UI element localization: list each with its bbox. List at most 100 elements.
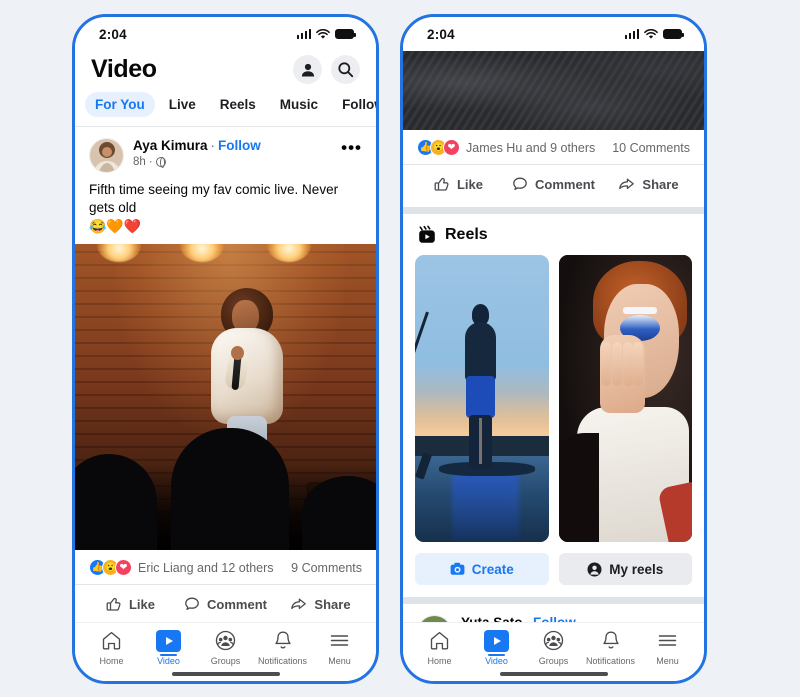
share-arrow-icon [619, 178, 635, 190]
my-reels-button[interactable]: My reels [558, 553, 692, 585]
love-reaction-icon: ❤ [443, 139, 460, 156]
post-author[interactable]: Aya Kimura [133, 138, 208, 153]
wifi-icon [644, 28, 658, 39]
avatar[interactable] [417, 615, 452, 623]
home-indicator-right[interactable] [403, 666, 704, 681]
post-header: Yuta Sato·Follow 8h · ••• [403, 604, 704, 623]
reactions-group[interactable]: 👍 😮 ❤ James Hu and 9 others [417, 139, 595, 156]
status-icons [624, 28, 685, 40]
wifi-icon [316, 28, 330, 39]
avatar[interactable] [89, 138, 124, 173]
tab-music[interactable]: Music [270, 92, 328, 117]
reel-thumbnail-paddleboard[interactable] [415, 255, 549, 542]
post-menu-button[interactable]: ••• [341, 138, 362, 156]
nav-label: Groups [210, 656, 241, 667]
status-bar-right: 2:04 [403, 17, 704, 51]
performer-body [211, 328, 283, 424]
page-title: Video [91, 55, 157, 83]
post-text: Fifth time seeing my fav comic live. Nev… [75, 179, 376, 244]
nav-label: Notifications [585, 656, 636, 667]
phone-screen-right: 2:04 👍 � [403, 17, 704, 681]
post-menu-button[interactable]: ••• [669, 615, 690, 622]
post-action-bar: Like Comment Share [403, 165, 704, 207]
like-button[interactable]: Like [411, 169, 506, 199]
create-reel-button[interactable]: Create [415, 553, 549, 585]
nav-item-home[interactable]: Home [412, 628, 468, 666]
screenshot-canvas: 2:04 Video For You Live Reels Music Foll… [0, 0, 800, 697]
paddler-leg-gap [479, 418, 482, 465]
nav-item-notifications[interactable]: Notifications [583, 628, 639, 666]
audience-silhouette [302, 476, 376, 550]
reels-clapperboard-icon [419, 225, 435, 243]
avatar-photo [418, 616, 451, 623]
video-feed-right[interactable]: 👍 😮 ❤ James Hu and 9 others 10 Comments [403, 51, 704, 623]
nav-item-menu[interactable]: Menu [312, 628, 368, 666]
status-time: 2:04 [99, 26, 127, 42]
performer-hand [231, 346, 244, 360]
tab-for-you[interactable]: For You [85, 92, 155, 117]
camera-icon [450, 562, 465, 575]
reels-title: Reels [445, 226, 488, 243]
video-tabs: For You Live Reels Music Following [75, 84, 376, 127]
groups-icon [543, 628, 564, 653]
video-header: Video [75, 51, 376, 84]
phone-screen-left: 2:04 Video For You Live Reels Music Foll… [75, 17, 376, 681]
home-indicator-left[interactable] [75, 666, 376, 681]
avatar-photo [90, 139, 123, 172]
status-time: 2:04 [427, 26, 455, 42]
share-button[interactable]: Share [273, 589, 368, 619]
reels-thumbnail-strip [403, 255, 704, 542]
profile-button[interactable] [293, 55, 322, 84]
tab-reels[interactable]: Reels [210, 92, 266, 117]
tab-following[interactable]: Following [332, 92, 376, 117]
paddler-silhouette [460, 303, 500, 469]
post-author[interactable]: Yuta Sato [461, 615, 523, 622]
comment-label: Comment [207, 596, 267, 612]
paddler-torso [465, 321, 496, 383]
nav-item-groups[interactable]: Groups [526, 628, 582, 666]
search-button[interactable] [331, 55, 360, 84]
nav-item-video[interactable]: Video [141, 628, 197, 666]
my-reels-label: My reels [609, 561, 664, 577]
subject-hand [599, 335, 646, 413]
comment-button[interactable]: Comment [506, 169, 601, 199]
share-label: Share [642, 176, 679, 192]
nav-item-menu[interactable]: Menu [640, 628, 696, 666]
post-timestamp: 8h [133, 156, 146, 168]
share-arrow-icon [291, 598, 307, 610]
share-button[interactable]: Share [601, 169, 696, 199]
paddler-shorts [465, 375, 495, 419]
signal-bars-icon [624, 29, 639, 39]
share-label: Share [314, 596, 351, 612]
reel-thumbnail-makeup[interactable] [558, 255, 692, 542]
follow-link[interactable]: Follow [533, 615, 576, 622]
nav-label: Menu [656, 656, 679, 667]
like-label: Like [456, 176, 483, 192]
like-button[interactable]: Like [83, 589, 178, 619]
reels-module-header: Reels [403, 214, 704, 255]
battery-icon [663, 29, 685, 39]
battery-icon [335, 29, 357, 39]
follow-link[interactable]: Follow [218, 138, 261, 153]
nav-item-video[interactable]: Video [469, 628, 525, 666]
nav-item-groups[interactable]: Groups [198, 628, 254, 666]
separator: · [526, 615, 531, 622]
post-meta: Yuta Sato·Follow 8h · [461, 615, 669, 622]
tab-live[interactable]: Live [159, 92, 206, 117]
nav-item-home[interactable]: Home [84, 628, 140, 666]
video-feed-left[interactable]: Aya Kimura · Follow 8h · ••• Fifth time se… [75, 127, 376, 623]
create-label: Create [471, 561, 514, 577]
subject-brow [622, 306, 658, 314]
post-media[interactable] [75, 244, 376, 550]
comments-count[interactable]: 10 Comments [612, 141, 690, 155]
signal-bars-icon [296, 29, 311, 39]
search-icon [338, 62, 354, 78]
reactions-group[interactable]: 👍 😮 ❤ Eric Liang and 12 others [89, 559, 274, 576]
comment-bubble-icon [513, 177, 527, 190]
hamburger-menu-icon [657, 628, 678, 653]
top-post-media[interactable] [403, 51, 704, 130]
comments-count[interactable]: 9 Comments [291, 561, 362, 575]
comment-button[interactable]: Comment [178, 589, 273, 619]
engagement-bar: 👍 😮 ❤ James Hu and 9 others 10 Comments [403, 130, 704, 164]
nav-item-notifications[interactable]: Notifications [255, 628, 311, 666]
